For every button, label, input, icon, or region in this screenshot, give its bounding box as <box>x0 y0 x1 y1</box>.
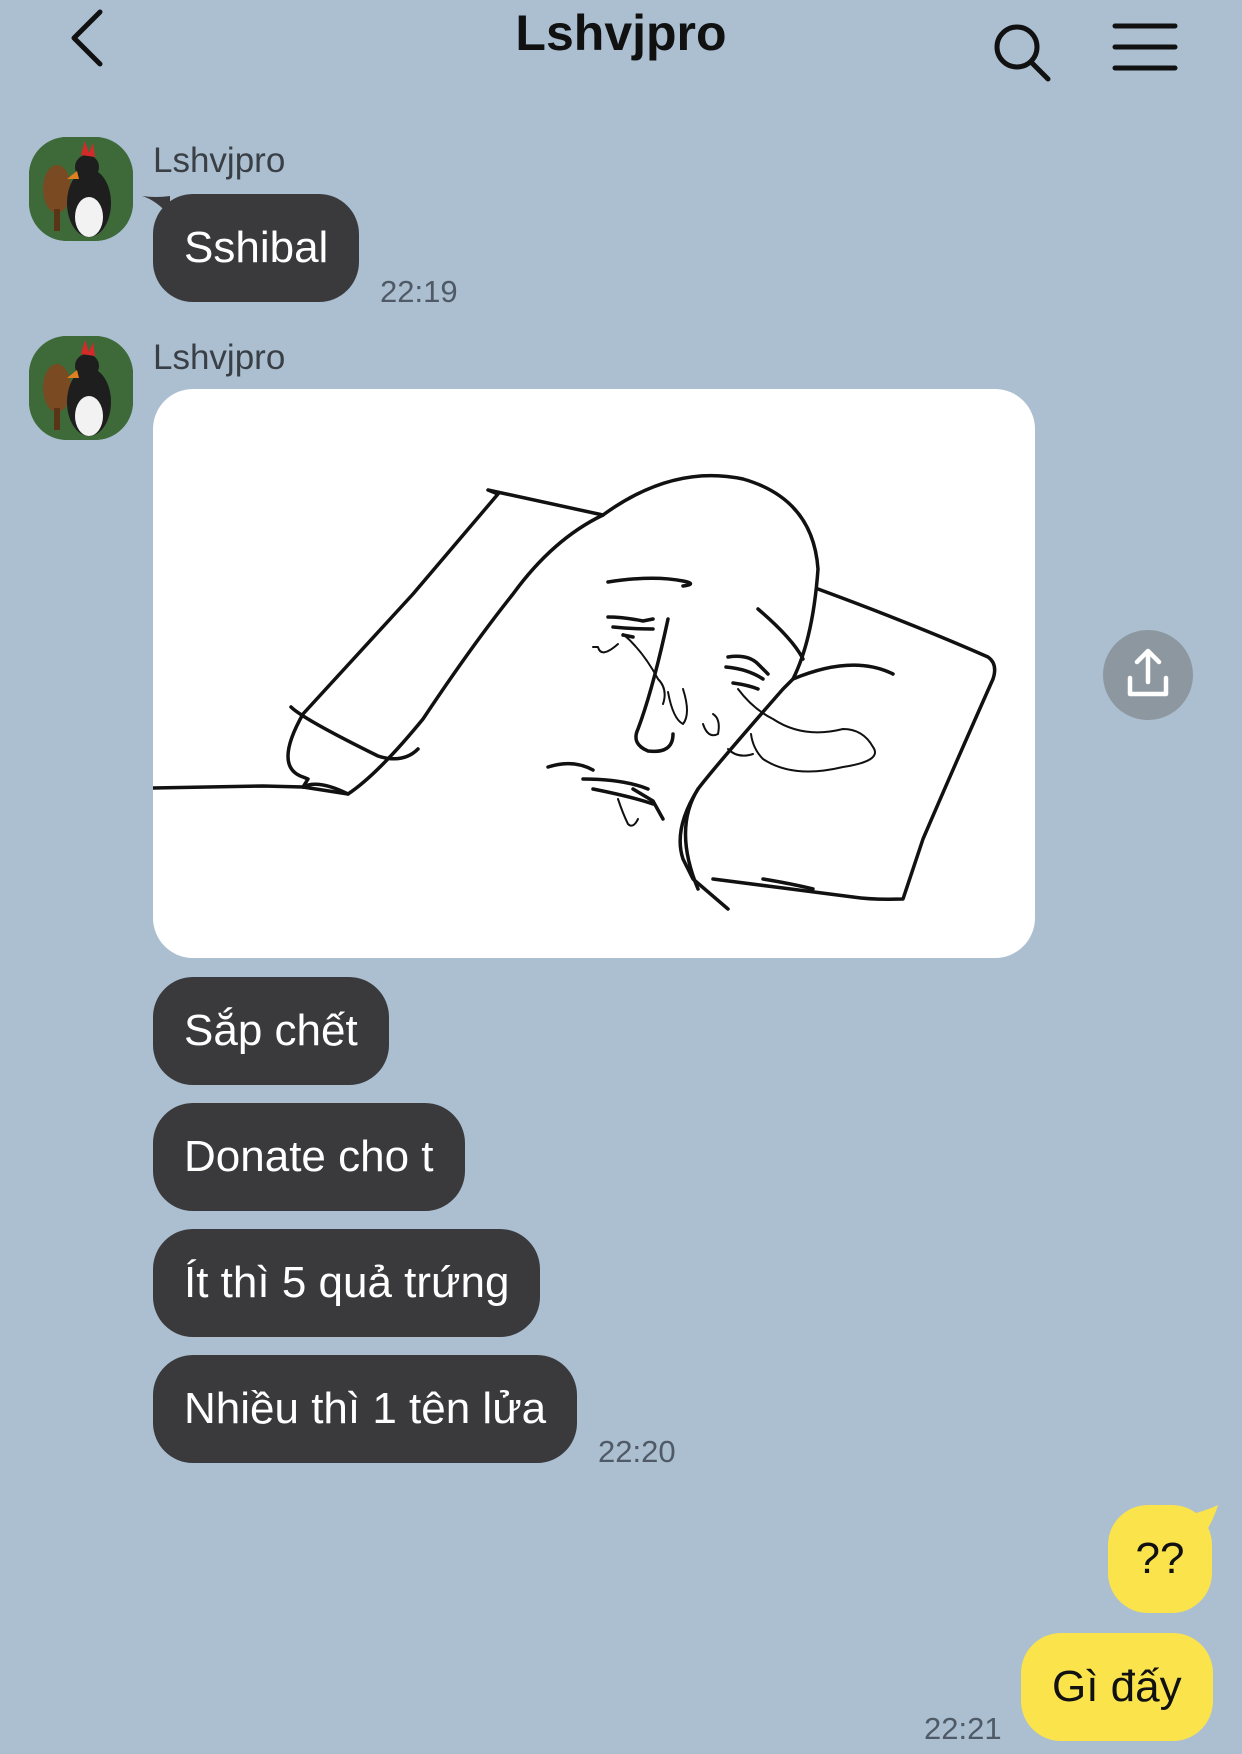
chat-header: Lshvjpro <box>0 0 1242 82</box>
back-button[interactable] <box>62 6 114 70</box>
share-button[interactable] <box>1103 630 1193 720</box>
share-upload-icon <box>1127 648 1169 697</box>
sender-name: Lshvjpro <box>153 338 286 377</box>
penguin-avatar-icon <box>29 336 133 440</box>
message-bubble[interactable]: Sắp chết <box>153 977 389 1085</box>
menu-button[interactable] <box>1112 20 1178 74</box>
image-message[interactable] <box>153 389 1035 958</box>
avatar[interactable] <box>29 137 133 241</box>
chevron-left-icon <box>71 9 103 67</box>
message-bubble[interactable]: Sshibal <box>153 194 360 302</box>
my-message-bubble[interactable]: Gì đấy <box>1021 1633 1213 1741</box>
message-time: 22:19 <box>380 274 458 309</box>
avatar[interactable] <box>29 336 133 440</box>
message-bubble[interactable]: Nhiều thì 1 tên lửa <box>153 1355 578 1463</box>
my-message-bubble[interactable]: ?? <box>1108 1505 1212 1613</box>
crying-face-drawing-image <box>153 473 997 911</box>
message-time: 22:20 <box>598 1434 676 1469</box>
hamburger-menu-icon <box>1112 23 1178 71</box>
message-bubble[interactable]: Ít thì 5 quả trứng <box>153 1229 541 1337</box>
message-bubble[interactable]: Donate cho t <box>153 1103 465 1211</box>
penguin-avatar-icon <box>29 137 133 241</box>
message-time: 22:21 <box>924 1711 1002 1746</box>
search-button[interactable] <box>990 20 1054 84</box>
sender-name: Lshvjpro <box>153 141 286 180</box>
chat-title: Lshvjpro <box>515 5 727 61</box>
search-icon <box>994 24 1051 82</box>
